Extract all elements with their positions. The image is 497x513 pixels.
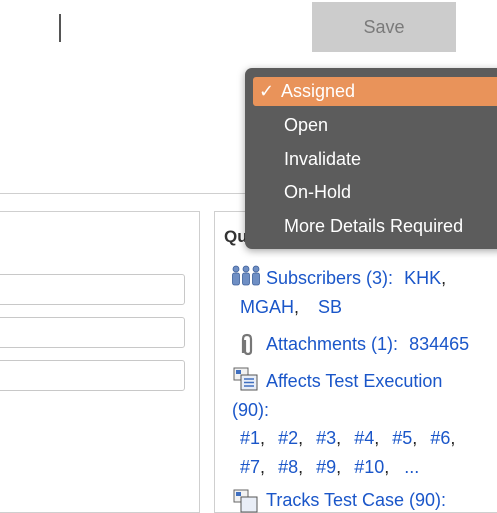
attachments-row: Attachments (1): 834465: [266, 334, 469, 355]
status-option-invalidate[interactable]: Invalidate: [253, 145, 497, 174]
execution-link[interactable]: #6: [430, 428, 450, 449]
test-case-icon: [233, 489, 258, 513]
status-option-on-hold[interactable]: On-Hold: [253, 178, 497, 207]
status-option-assigned[interactable]: ✓ Assigned: [253, 77, 497, 106]
execution-link[interactable]: #1: [240, 428, 260, 449]
subscribers-label[interactable]: Subscribers (3):: [266, 268, 393, 289]
subscriber-link[interactable]: MGAH: [240, 297, 294, 318]
tracks-test-case-label[interactable]: Tracks Test Case (90):: [266, 490, 446, 511]
execution-link[interactable]: #10: [354, 457, 384, 478]
execution-link[interactable]: #8: [278, 457, 298, 478]
checkmark-icon: ✓: [259, 81, 275, 101]
affects-label-line2[interactable]: (90):: [232, 400, 269, 421]
status-option-more-details-required[interactable]: More Details Required: [253, 212, 497, 241]
status-option-open[interactable]: Open: [253, 111, 497, 140]
subscribers-row: Subscribers (3): KHK,: [266, 268, 447, 289]
subscriber-link[interactable]: KHK: [404, 268, 441, 289]
more-executions-link[interactable]: ...: [404, 457, 419, 478]
text-field-3[interactable]: [0, 360, 185, 391]
text-cursor: [59, 14, 61, 42]
affects-label-line1[interactable]: Affects Test Execution: [266, 371, 442, 392]
execution-link[interactable]: #3: [316, 428, 336, 449]
subscriber-link[interactable]: SB: [318, 297, 342, 318]
execution-link[interactable]: #5: [392, 428, 412, 449]
attachment-link[interactable]: 834465: [409, 334, 469, 355]
text-field-1[interactable]: [0, 274, 185, 305]
save-button[interactable]: Save: [312, 2, 456, 52]
execution-link[interactable]: #7: [240, 457, 260, 478]
people-icon: [232, 265, 260, 286]
subscribers-row-2: MGAH, SB: [240, 297, 343, 318]
attachments-label[interactable]: Attachments (1):: [266, 334, 398, 355]
execution-link[interactable]: #2: [278, 428, 298, 449]
execution-link[interactable]: #4: [354, 428, 374, 449]
status-dropdown-menu: ✓ Assigned Open Invalidate On-Hold More D…: [245, 68, 497, 249]
status-option-label: Assigned: [281, 81, 356, 101]
paperclip-icon: [241, 333, 253, 356]
test-execution-icon: [233, 367, 258, 391]
execution-link[interactable]: #9: [316, 457, 336, 478]
affects-items-row-1: #1, #2, #3, #4, #5, #6,: [240, 428, 456, 449]
affects-items-row-2: #7, #8, #9, #10, ...: [240, 457, 420, 478]
text-field-2[interactable]: [0, 317, 185, 348]
